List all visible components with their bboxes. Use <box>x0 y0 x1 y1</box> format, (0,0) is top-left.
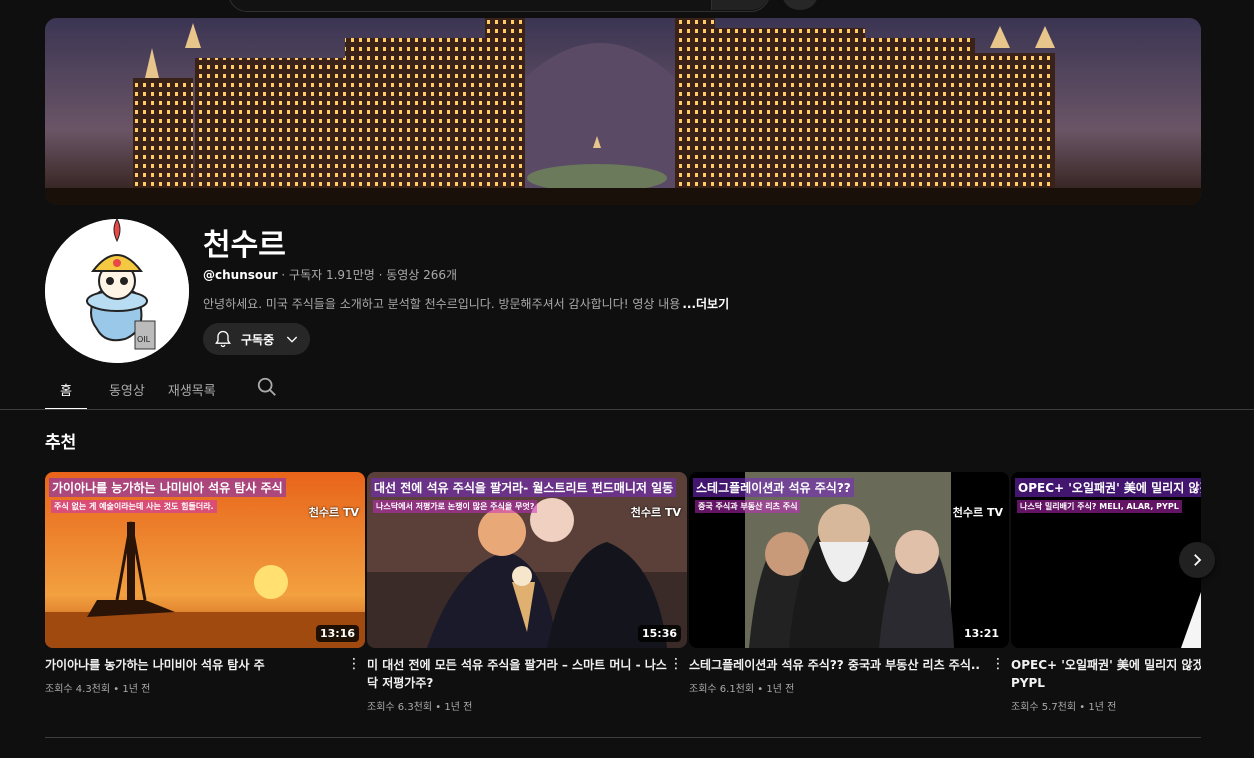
channel-meta: @chunsour · 구독자 1.91만명 · 동영상 266개 <box>203 266 457 283</box>
thumbnail-caption: 가이아나를 능가하는 나미비아 석유 탐사 주식 <box>49 478 286 497</box>
thumbnail-caption: OPEC+ '오일패권' 美에 밀리지 않겠다 <box>1015 478 1201 497</box>
video-card[interactable]: OPEC+ '오일패권' 美에 밀리지 않겠다 나스닥 밀리배기 주식? MEL… <box>1011 472 1201 713</box>
tab-videos[interactable]: 동영상 <box>109 370 145 408</box>
video-thumbnail[interactable]: 가이아나를 능가하는 나미비아 석유 탐사 주식 주식 없는 게 예술이라는데 … <box>45 472 365 648</box>
video-title[interactable]: 가이아나를 농가하는 나미비아 석유 탐사 주 <box>45 656 345 674</box>
thumbnail-caption: 스테그플레이션과 석유 주식?? <box>693 478 854 497</box>
video-duration: 15:36 <box>637 625 681 642</box>
video-duration: 13:21 <box>959 625 1003 642</box>
thumbnail-brand: 천수르 TV <box>308 506 359 519</box>
more-actions-icon[interactable]: ⋮ <box>991 656 1005 674</box>
genie-icon: OIL <box>45 219 189 363</box>
description-text: 안녕하세요. 미국 주식들을 소개하고 분석할 천수르입니다. 방문해주셔서 감… <box>203 297 681 311</box>
channel-description[interactable]: 안녕하세요. 미국 주식들을 소개하고 분석할 천수르입니다. 방문해주셔서 감… <box>203 295 729 312</box>
video-title[interactable]: OPEC+ '오일패권' 美에 밀리지 않겠다 MELI, ALAR, PYPL <box>1011 656 1201 692</box>
thumbnail-subcaption: 중국 주식과 부동산 리츠 주식 <box>695 500 801 513</box>
tab-home[interactable]: 홈 <box>45 370 87 410</box>
video-meta: 조회수 5.7천회 • 1년 전 <box>1011 702 1117 713</box>
more-actions-icon[interactable]: ⋮ <box>669 656 683 674</box>
chevron-right-icon <box>1194 554 1202 566</box>
video-card[interactable]: 대선 전에 석유 주식을 팔거라- 월스트리트 펀드매니저 일동 나스닥에서 저… <box>367 472 687 713</box>
subscribed-button[interactable]: 구독중 <box>203 323 310 355</box>
tabs-divider <box>0 409 1254 410</box>
channel-tabs: 홈 동영상 재생목록 <box>45 370 239 410</box>
more-link[interactable]: ...더보기 <box>682 297 729 311</box>
search-input[interactable] <box>228 0 770 12</box>
video-meta: 조회수 6.3천회 • 1년 전 <box>367 702 473 713</box>
thumbnail-subcaption: 나스닥에서 저평가로 논쟁이 많은 주식을 무엇? <box>373 500 538 513</box>
svg-text:OIL: OIL <box>137 335 151 344</box>
more-actions-icon[interactable]: ⋮ <box>347 656 361 674</box>
video-title[interactable]: 스테그플레이션과 석유 주식?? 중국과 부동산 리츠 주식.. <box>689 656 989 674</box>
video-card[interactable]: 가이아나를 능가하는 나미비아 석유 탐사 주식 주식 없는 게 예술이라는데 … <box>45 472 365 695</box>
voice-search-button[interactable] <box>782 0 818 10</box>
thumbnail-subcaption: 나스닥 밀리배기 주식? MELI, ALAR, PYPL <box>1017 500 1182 513</box>
video-thumbnail[interactable]: 대선 전에 석유 주식을 팔거라- 월스트리트 펀드매니저 일동 나스닥에서 저… <box>367 472 687 648</box>
channel-handle: @chunsour <box>203 268 278 282</box>
video-thumbnail[interactable]: 스테그플레이션과 석유 주식?? 중국 주식과 부동산 리츠 주식 천수르 TV… <box>689 472 1009 648</box>
thumbnail-brand: 천수르 TV <box>952 506 1003 519</box>
carousel-clip: OPEC+ '오일패권' 美에 밀리지 않겠다 나스닥 밀리배기 주식? MEL… <box>1011 472 1201 732</box>
carousel-next-button[interactable] <box>1179 542 1215 578</box>
video-meta: 조회수 6.1천회 • 1년 전 <box>689 684 795 695</box>
video-title[interactable]: 미 대선 전에 모든 석유 주식을 팔거라 – 스마트 머니 - 나스닥 저평가… <box>367 656 667 692</box>
subscribe-label: 구독중 <box>241 332 275 347</box>
channel-banner <box>45 18 1201 205</box>
video-duration: 13:16 <box>315 625 359 642</box>
channel-stats: · 구독자 1.91만명 · 동영상 266개 <box>277 268 458 282</box>
video-meta: 조회수 4.3천회 • 1년 전 <box>45 684 151 695</box>
thumbnail-subcaption: 주식 없는 게 예술이라는데 사는 것도 힘들더라. <box>51 500 217 513</box>
video-thumbnail[interactable]: OPEC+ '오일패권' 美에 밀리지 않겠다 나스닥 밀리배기 주식? MEL… <box>1011 472 1201 648</box>
search-icon[interactable] <box>256 376 278 398</box>
bell-icon <box>215 330 231 348</box>
section-divider <box>45 737 1201 738</box>
channel-name: 천수르 <box>203 228 286 263</box>
video-card[interactable]: 스테그플레이션과 석유 주식?? 중국 주식과 부동산 리츠 주식 천수르 TV… <box>689 472 1009 695</box>
thumbnail-caption: 대선 전에 석유 주식을 팔거라- 월스트리트 펀드매니저 일동 <box>371 478 677 497</box>
channel-avatar[interactable]: OIL <box>45 219 189 363</box>
tab-playlists[interactable]: 재생목록 <box>168 370 216 408</box>
section-title: 추천 <box>45 433 77 453</box>
thumbnail-brand: 천수르 TV <box>630 506 681 519</box>
chevron-down-icon <box>286 336 298 343</box>
